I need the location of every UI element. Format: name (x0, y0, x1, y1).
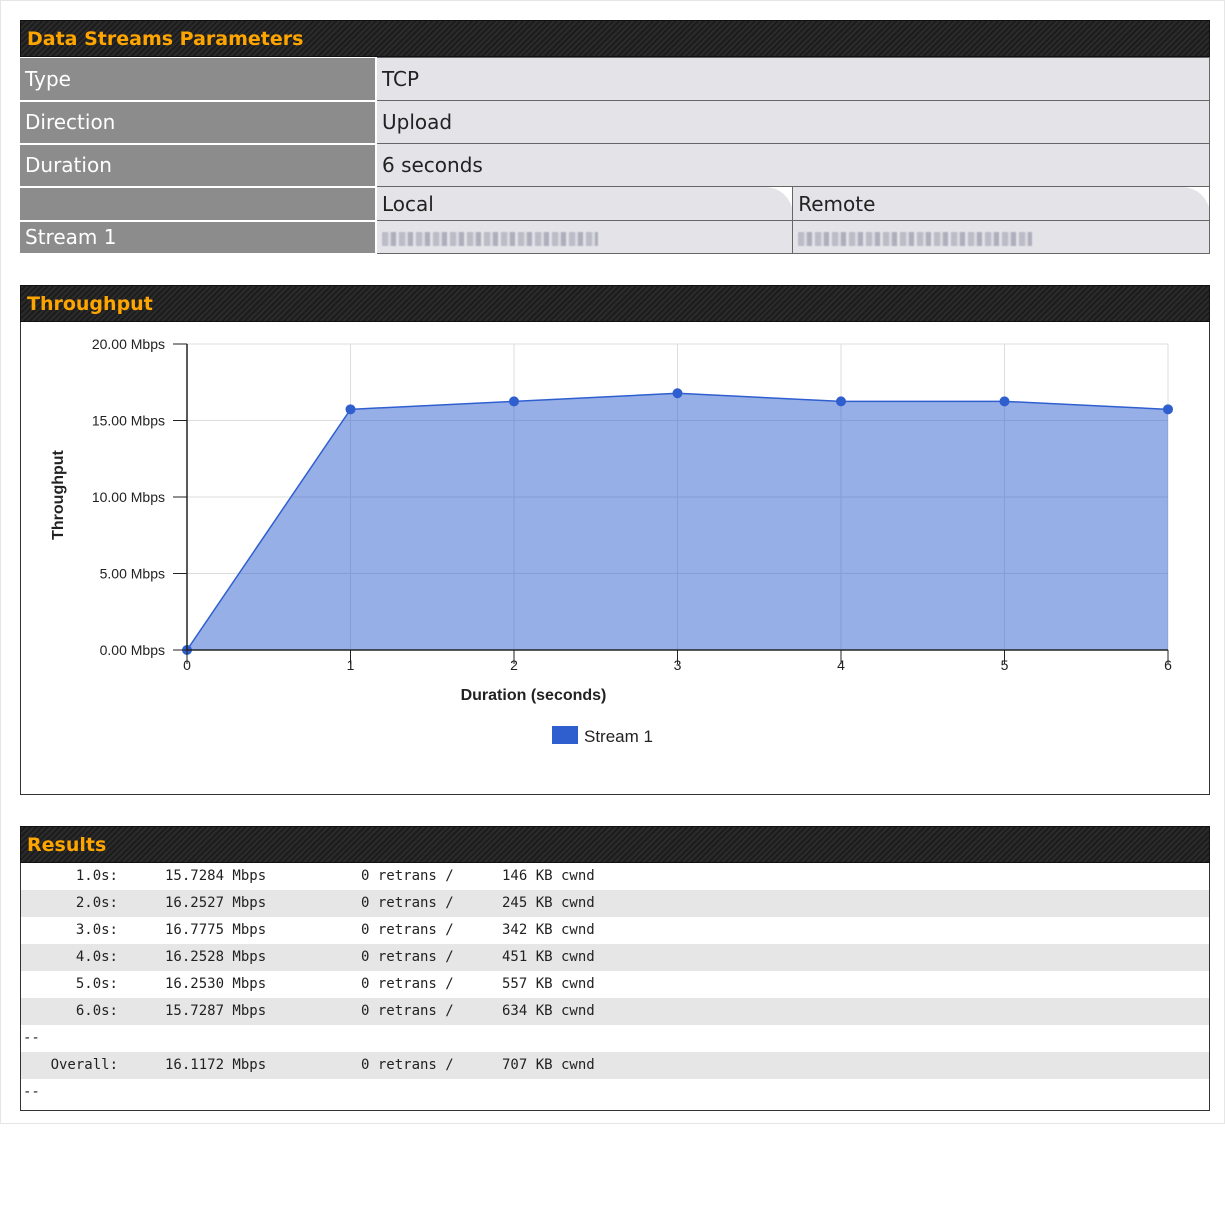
result-time: 3.0s: (75, 922, 118, 938)
param-row-type: Type TCP (20, 57, 1210, 102)
result-rate: 16.2528 Mbps (165, 949, 267, 965)
overall-label: Overall: (50, 1057, 118, 1073)
param-value: 6 seconds (375, 143, 1210, 187)
remote-address-redacted (792, 220, 1210, 254)
data-streams-parameters-panel: Data Streams Parameters Type TCP Directi… (20, 20, 1210, 255)
result-separator: -- (21, 1025, 1209, 1052)
result-retrans: 0 retrans / (361, 922, 454, 938)
y-tick-label: 15.00 Mbps (92, 413, 165, 429)
stream-row: Stream 1 (20, 220, 1210, 255)
result-cwnd: 245 KB cwnd (502, 895, 595, 911)
result-retrans: 0 retrans / (361, 868, 454, 884)
result-time: 2.0s: (75, 895, 118, 911)
y-tick-label: 5.00 Mbps (100, 566, 165, 582)
param-row-direction: Direction Upload (20, 100, 1210, 145)
result-retrans: 0 retrans / (361, 949, 454, 965)
x-tick-label: 4 (837, 657, 845, 673)
result-retrans: 0 retrans / (361, 895, 454, 911)
panel-title: Throughput (20, 285, 1210, 322)
result-cwnd: 146 KB cwnd (502, 868, 595, 884)
x-tick-label: 2 (510, 657, 518, 673)
result-time: 5.0s: (75, 976, 118, 992)
result-cwnd: 634 KB cwnd (502, 1003, 595, 1019)
overall-rate: 16.1172 Mbps (165, 1057, 267, 1073)
param-row-duration: Duration 6 seconds (20, 143, 1210, 188)
data-point (509, 396, 519, 407)
result-time: 1.0s: (75, 868, 118, 884)
result-row: 1.0s: 15.7284 Mbps 0 retrans / 146 KB cw… (21, 863, 1209, 890)
data-point (345, 404, 356, 415)
overall-retrans: 0 retrans / (361, 1057, 454, 1073)
separator-text: -- (23, 1084, 40, 1100)
param-label: Type (20, 57, 377, 102)
result-retrans: 0 retrans / (361, 1003, 454, 1019)
result-overall-row: Overall: 16.1172 Mbps 0 retrans / 707 KB… (21, 1052, 1209, 1079)
result-cwnd: 557 KB cwnd (502, 976, 595, 992)
x-tick-label: 5 (1001, 657, 1009, 673)
result-separator: -- (21, 1079, 1209, 1106)
data-point (836, 396, 846, 407)
param-value: Upload (375, 100, 1210, 144)
result-row: 4.0s: 16.2528 Mbps 0 retrans / 451 KB cw… (21, 944, 1209, 971)
panel-title: Data Streams Parameters (20, 20, 1210, 57)
data-point (672, 388, 683, 399)
result-cwnd: 342 KB cwnd (502, 922, 595, 938)
result-row: 3.0s: 16.7775 Mbps 0 retrans / 342 KB cw… (21, 917, 1209, 944)
result-rate: 15.7284 Mbps (165, 868, 267, 884)
x-tick-label: 0 (183, 657, 191, 673)
result-row: 6.0s: 15.7287 Mbps 0 retrans / 634 KB cw… (21, 998, 1209, 1025)
x-axis-title: Duration (seconds) (461, 687, 607, 704)
legend-swatch (552, 726, 578, 744)
throughput-chart: 0.00 Mbps5.00 Mbps10.00 Mbps15.00 Mbps20… (50, 336, 1173, 746)
param-label: Duration (20, 143, 377, 188)
x-tick-label: 6 (1164, 657, 1172, 673)
local-address-redacted (375, 220, 794, 254)
result-time: 6.0s: (75, 1003, 118, 1019)
results-list: 1.0s: 15.7284 Mbps 0 retrans / 146 KB cw… (21, 863, 1209, 1106)
throughput-panel: Throughput 0.00 Mbps 5.00 Mbps 10.00 Mbps 1… (20, 285, 1210, 795)
param-value: TCP (375, 57, 1210, 101)
result-cwnd: 451 KB cwnd (502, 949, 595, 965)
local-column-header: Local (375, 186, 794, 221)
result-rate: 16.7775 Mbps (165, 922, 267, 938)
y-tick-label: 20.00 Mbps (92, 336, 165, 352)
parameters-table: Type TCP Direction Upload Duration 6 sec… (20, 57, 1210, 255)
x-tick-label: 1 (347, 657, 355, 673)
result-row: 2.0s: 16.2527 Mbps 0 retrans / 245 KB cw… (21, 890, 1209, 917)
result-row: 5.0s: 16.2530 Mbps 0 retrans / 557 KB cw… (21, 971, 1209, 998)
panel-title: Results (20, 826, 1210, 863)
result-rate: 16.2530 Mbps (165, 976, 267, 992)
stream-label: Stream 1 (20, 220, 377, 255)
result-rate: 16.2527 Mbps (165, 895, 267, 911)
result-time: 4.0s: (75, 949, 118, 965)
separator-text: -- (23, 1030, 40, 1046)
data-point (1163, 404, 1173, 415)
result-retrans: 0 retrans / (361, 976, 454, 992)
data-point (999, 396, 1010, 407)
y-tick-label: 0.00 Mbps (100, 642, 165, 658)
empty-label-cell (20, 186, 377, 222)
results-panel: Results 1.0s: 15.7284 Mbps 0 retrans / 1… (20, 826, 1210, 1111)
remote-column-header: Remote (792, 186, 1210, 221)
y-axis-title: Throughput (50, 449, 67, 539)
result-rate: 15.7287 Mbps (165, 1003, 267, 1019)
overall-cwnd: 707 KB cwnd (502, 1057, 595, 1073)
y-tick-label: 10.00 Mbps (92, 489, 165, 505)
series-area (187, 393, 1168, 650)
legend-label: Stream 1 (584, 727, 653, 746)
x-tick-label: 3 (674, 657, 682, 673)
stream-columns-header: Local Remote (20, 186, 1210, 222)
param-label: Direction (20, 100, 377, 145)
